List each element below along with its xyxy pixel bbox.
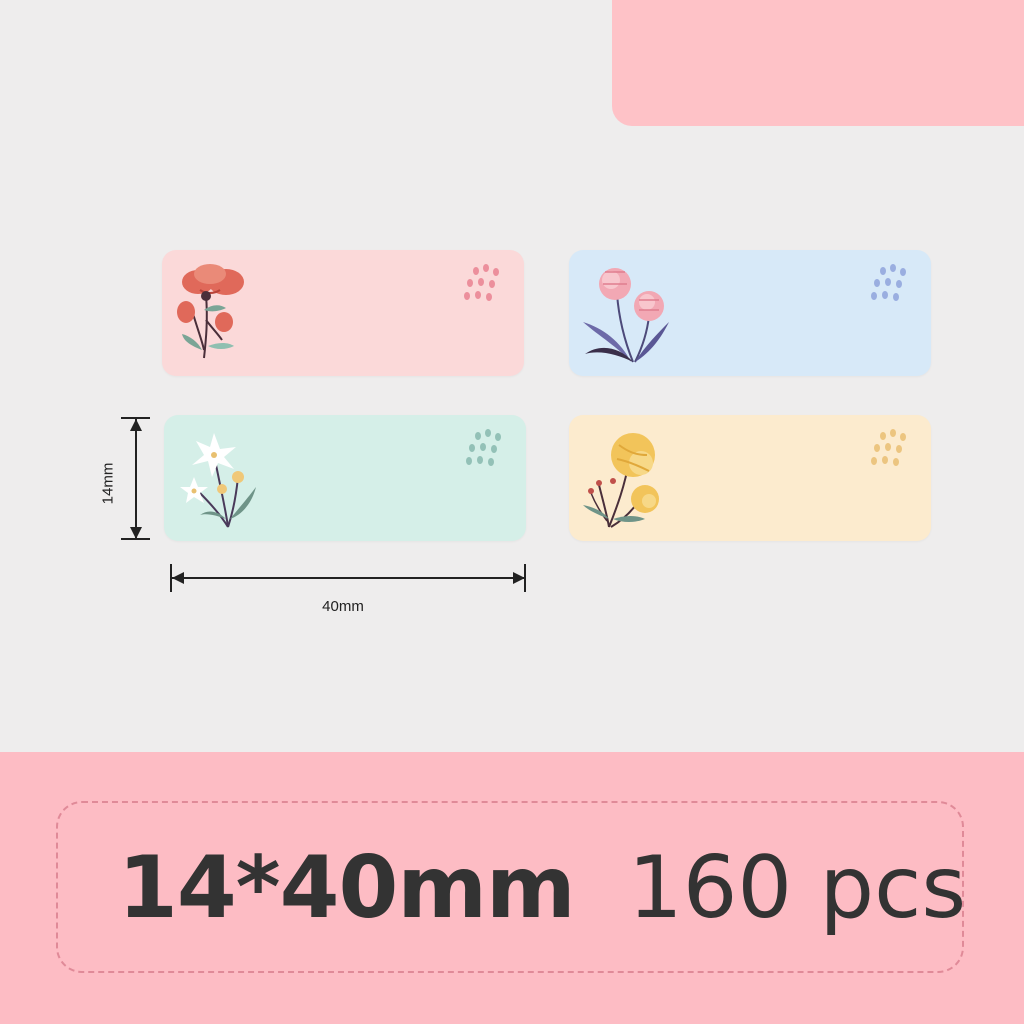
label-sticker-pink bbox=[162, 250, 524, 376]
yellow-flower-icon bbox=[583, 433, 659, 528]
dots-decoration-icon bbox=[464, 264, 499, 301]
dots-decoration-icon bbox=[871, 264, 906, 301]
width-dimension-label: 40mm bbox=[322, 598, 364, 615]
width-arrowheads-icon bbox=[172, 572, 525, 584]
spec-size-text: 14*40mm bbox=[118, 838, 576, 938]
spec-count-text: 160 pcs bbox=[628, 838, 967, 938]
label-sticker-yellow bbox=[569, 415, 931, 541]
corner-decoration bbox=[612, 0, 1024, 126]
dots-decoration-icon bbox=[466, 429, 501, 466]
dots-decoration-icon bbox=[871, 429, 906, 466]
red-poppy-icon bbox=[177, 264, 244, 359]
label-sticker-mint bbox=[164, 415, 526, 541]
pink-carnation-icon bbox=[583, 268, 669, 363]
height-arrowheads-icon bbox=[130, 419, 142, 539]
label-sticker-blue bbox=[569, 250, 931, 376]
height-dimension-label: 14mm bbox=[99, 462, 117, 505]
white-lily-icon bbox=[180, 433, 256, 528]
